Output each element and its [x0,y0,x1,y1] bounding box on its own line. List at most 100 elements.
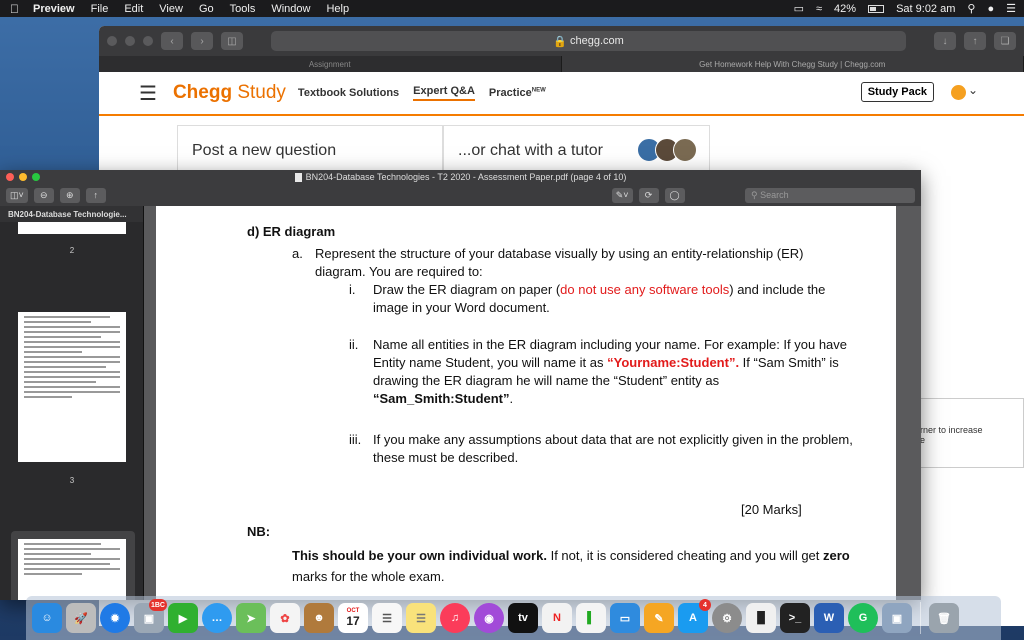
user-avatar[interactable] [951,85,966,100]
music-icon[interactable]: ♫ [440,603,470,633]
photos-icon[interactable]: ✿ [270,603,300,633]
numbers-icon[interactable]: ▌ [576,603,606,633]
download-icon[interactable]: ↓ [934,32,956,50]
menu-window[interactable]: Window [271,3,310,15]
document-area[interactable]: d) ER diagram a. Represent the structure… [144,206,921,600]
menu-file[interactable]: File [91,3,109,15]
nav-expert-qa[interactable]: Expert Q&A [413,85,475,101]
search-placeholder: Search [760,190,789,200]
sidebar-header[interactable]: BN204-Database Technologie... [0,206,143,222]
trash-icon[interactable]: 🗑 [929,603,959,633]
minimize-button[interactable] [19,173,27,181]
contacts-icon[interactable]: ☻ [304,603,334,633]
terminal-icon[interactable]: >_ [780,603,810,633]
window-title: BN204-Database Technologies - T2 2020 - … [305,172,627,182]
calendar-day: 17 [346,614,360,628]
minimize-button[interactable] [125,36,135,46]
page-thumbnail[interactable] [18,539,126,600]
post-question-label: Post a new question [192,142,337,159]
chat-tutor-box[interactable]: ...or chat with a tutor [443,125,710,175]
address-bar[interactable]: 🔒 chegg.com [271,31,906,51]
thumbnail-content [18,312,126,405]
item-ii-text-end: . [509,391,514,406]
pages-icon[interactable]: ✎ [644,603,674,633]
close-button[interactable] [6,173,14,181]
post-question-box[interactable]: Post a new question [177,125,443,175]
nb-text-2: marks for the whole exam. [292,569,445,584]
calendar-icon[interactable]: OCT 17 [338,603,368,633]
zoom-button[interactable] [32,173,40,181]
finder-icon[interactable]: ☺ [32,603,62,633]
preview-toolbar: ◫˅ ⊖ ⊕ ↑ ✎˅ ⟳ ◯ ⚲ Search [0,184,921,206]
notification-center-icon[interactable]: ☰ [1006,2,1016,15]
preview-icon[interactable]: ▣ [882,603,912,633]
reminders-icon[interactable]: ☰ [372,603,402,633]
clock[interactable]: Sat 9:02 am [896,3,955,15]
view-menu-icon[interactable]: ◫˅ [6,187,28,203]
sidebar-toggle-icon[interactable]: ◫ [221,32,243,50]
nb-bold: This should be your own individual work. [292,548,547,563]
wifi-icon[interactable]: ≈ [816,3,822,15]
battery-icon[interactable] [868,4,885,13]
search-input[interactable]: ⚲ Search [745,187,915,203]
menu-edit[interactable]: Edit [124,3,143,15]
zoom-button[interactable] [143,36,153,46]
messages-icon[interactable]: … [202,603,232,633]
menu-go[interactable]: Go [199,3,214,15]
tab-chegg[interactable]: Get Homework Help With Chegg Study | Che… [561,56,1024,72]
share-icon[interactable]: ↑ [964,32,986,50]
facetime-icon[interactable]: ▶ [168,603,198,633]
photo-browser-icon[interactable]: ▣ 1BC [134,599,167,633]
podcasts-icon[interactable]: ◉ [474,603,504,633]
system-preferences-icon[interactable]: ⚙ [712,603,742,633]
page-number: 3 [69,476,75,485]
zoom-in-icon[interactable]: ⊕ [59,187,80,203]
markup-toolbar-icon[interactable]: ◯ [664,187,685,203]
apple-tv-icon[interactable]: tv [508,603,538,633]
launchpad-icon[interactable]: 🚀 [66,603,96,633]
tabs-overview-icon[interactable]: ❏ [994,32,1016,50]
menu-app-name[interactable]: Preview [33,3,75,15]
tab-assignment[interactable]: Assignment [99,56,562,72]
dock-separator [920,602,921,634]
item-ii-bold: “Sam_Smith:Student” [373,391,510,406]
item-i: i. Draw the ER diagram on paper (do not … [349,281,853,317]
close-button[interactable] [107,36,117,46]
maps-icon[interactable]: ➤ [236,603,266,633]
nav-textbook-solutions[interactable]: Textbook Solutions [298,87,399,99]
preview-window: BN204-Database Technologies - T2 2020 - … [0,170,921,600]
piano-icon[interactable]: █ [746,603,776,633]
notes-icon[interactable]: ☰ [406,603,436,633]
photo-badge: 1BC [148,599,167,611]
keynote-icon[interactable]: ▭ [610,603,640,633]
news-icon[interactable]: N [542,603,572,633]
spotlight-icon[interactable]: ⚲ [967,2,975,15]
chegg-logo[interactable]: Chegg Study [173,82,286,104]
chevron-down-icon[interactable]: ⌄ [968,83,978,97]
zoom-out-icon[interactable]: ⊖ [33,187,54,203]
share-icon[interactable]: ↑ [85,187,106,203]
pdf-page: d) ER diagram a. Represent the structure… [156,206,896,600]
tutor-avatars [637,138,697,162]
page-thumbnail[interactable] [18,312,126,462]
page-thumbnail[interactable] [18,222,126,234]
menu-tools[interactable]: Tools [230,3,256,15]
hamburger-menu-icon[interactable]: ☰ [139,81,157,106]
markup-pen-icon[interactable]: ✎˅ [611,187,633,203]
new-badge: NEW [531,87,546,94]
item-a-label: a. [292,246,303,261]
app-store-icon[interactable]: A4 [678,599,711,633]
rotate-icon[interactable]: ⟳ [638,187,659,203]
siri-icon[interactable]: ● [987,3,994,15]
menu-view[interactable]: View [159,3,183,15]
airplay-icon[interactable]: ▭ [794,2,804,15]
back-button[interactable]: ‹ [161,32,183,50]
menu-help[interactable]: Help [326,3,349,15]
grammarly-icon[interactable]: G [848,603,878,633]
word-icon[interactable]: W [814,603,844,633]
forward-button[interactable]: › [191,32,213,50]
study-pack-button[interactable]: Study Pack [860,82,934,102]
nav-practice[interactable]: PracticeNEW [489,87,546,99]
safari-icon[interactable]: ✹ [100,603,130,633]
apple-menu-icon[interactable]:  [10,2,19,16]
